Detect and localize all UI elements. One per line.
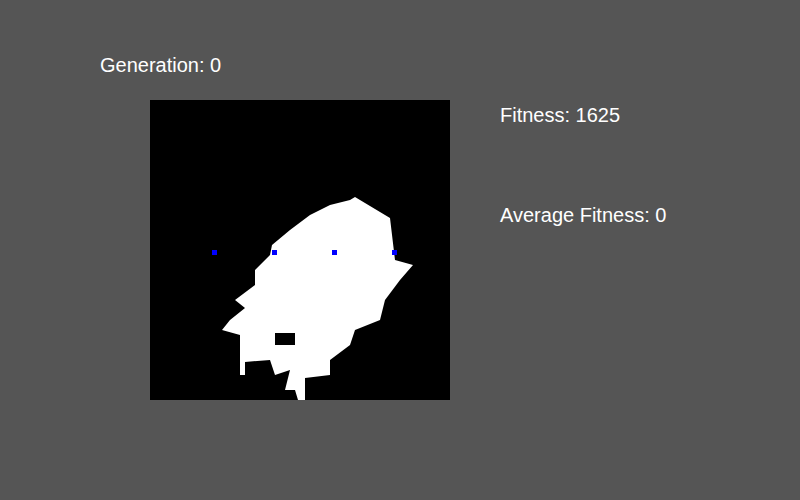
creature-hole bbox=[275, 333, 295, 345]
creature-shape bbox=[222, 197, 413, 400]
node-dot bbox=[272, 250, 277, 255]
simulation-canvas bbox=[150, 100, 450, 400]
left-column: Generation: 0 bbox=[0, 0, 500, 500]
node-dot bbox=[392, 250, 397, 255]
node-dot bbox=[332, 250, 337, 255]
generation-label: Generation: 0 bbox=[100, 53, 500, 77]
fitness-label: Fitness: 1625 bbox=[500, 103, 666, 127]
node-dot bbox=[212, 250, 217, 255]
average-fitness-label: Average Fitness: 0 bbox=[500, 203, 666, 227]
simulation-screen: Generation: 0 Fitness: 1625 Average Fitnes… bbox=[0, 0, 800, 500]
stats-column: Fitness: 1625 Average Fitness: 0 bbox=[500, 0, 666, 500]
